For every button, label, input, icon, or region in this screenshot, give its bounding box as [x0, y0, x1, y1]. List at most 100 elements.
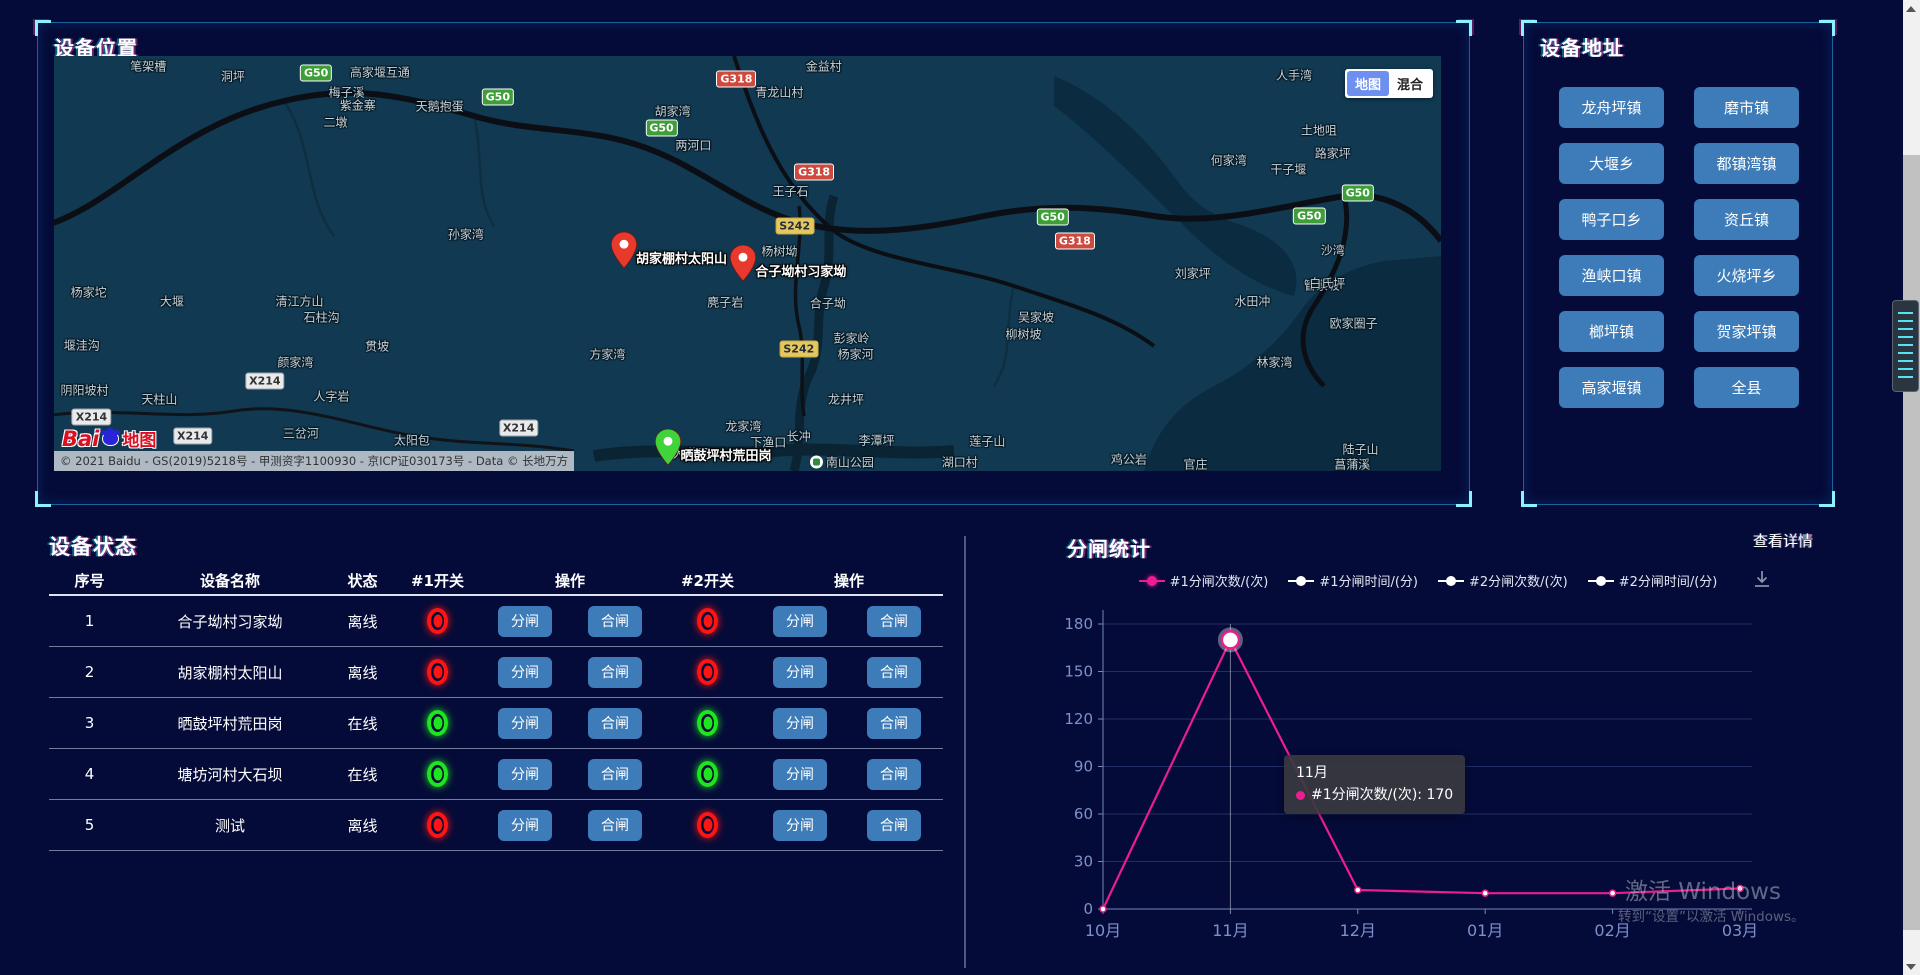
road-shield-s242: S242 [779, 340, 818, 357]
map-place-label: 湖口村 [942, 453, 978, 470]
address-button[interactable]: 大堰乡 [1559, 143, 1664, 184]
switch1-close-button[interactable]: 合闸 [588, 708, 642, 739]
address-button[interactable]: 都镇湾镇 [1694, 143, 1799, 184]
switch1-close-button[interactable]: 合闸 [588, 657, 642, 688]
map-place-label: 紫金寨 [340, 96, 376, 113]
baidu-logo-map-text: 地图 [122, 426, 156, 451]
svg-text:0: 0 [1083, 900, 1093, 918]
switch1-open-button[interactable]: 分闸 [498, 708, 552, 739]
scroll-up-arrow[interactable] [1906, 6, 1916, 12]
floating-widget[interactable] [1892, 300, 1919, 392]
map-place-label: 人手湾 [1276, 67, 1312, 84]
switch1-close-button[interactable]: 合闸 [588, 759, 642, 790]
map-place-label: 三岔河 [283, 424, 319, 441]
tooltip-series-value: #1分闸次数/(次): 170 [1311, 785, 1453, 807]
corner-decoration [1819, 491, 1835, 507]
switch2-open-button[interactable]: 分闸 [773, 606, 827, 637]
map-marker-pin[interactable] [730, 245, 756, 281]
scrollbar-thumb[interactable] [1903, 155, 1920, 930]
map-place-label: 水田冲 [1234, 292, 1270, 309]
switch2-open-button[interactable]: 分闸 [773, 759, 827, 790]
map-marker-label: 合子坳村习家坳 [755, 261, 846, 280]
status-text: 离线 [330, 815, 395, 836]
legend-item[interactable]: #1分闸次数/(次) [1139, 571, 1269, 590]
switch1-close-button[interactable]: 合闸 [588, 810, 642, 841]
baidu-logo: Bai 地图 [62, 426, 156, 451]
device-name: 胡家棚村太阳山 [130, 662, 330, 683]
switch2-close-button[interactable]: 合闸 [867, 810, 921, 841]
switch1-indicator [427, 659, 448, 685]
map-place-label: 天鹅抱蛋 [416, 97, 464, 114]
scroll-down-arrow[interactable] [1906, 964, 1916, 970]
switch2-indicator [697, 761, 718, 787]
download-icon[interactable] [1751, 568, 1773, 594]
map-place-label: 人字岩 [313, 387, 349, 404]
park-icon [810, 455, 823, 468]
corner-decoration [1819, 20, 1835, 36]
map-marker-pin[interactable] [655, 429, 681, 465]
legend-item[interactable]: #2分闸次数/(次) [1438, 571, 1568, 590]
map-place-label: 颜家湾 [277, 353, 313, 370]
address-button[interactable]: 资丘镇 [1694, 199, 1799, 240]
address-button[interactable]: 龙舟坪镇 [1559, 87, 1664, 128]
device-status-table: 序号设备名称状态#1开关操作#2开关操作 1合子坳村习家坳离线分闸合闸分闸合闸2… [49, 566, 943, 851]
switch2-close-button[interactable]: 合闸 [867, 708, 921, 739]
legend-item[interactable]: #2分闸时间/(分) [1588, 571, 1718, 590]
svg-text:180: 180 [1064, 615, 1093, 633]
address-button[interactable]: 火烧坪乡 [1694, 255, 1799, 296]
address-button[interactable]: 鸭子口乡 [1559, 199, 1664, 240]
map-place-label: 大堰 [160, 292, 184, 309]
road-shield-s242: S242 [775, 218, 814, 235]
switch2-open-button[interactable]: 分闸 [773, 708, 827, 739]
map-type-hybrid-button[interactable]: 混合 [1389, 71, 1431, 96]
table-row: 4塘坊河村大石坝在线分闸合闸分闸合闸 [49, 749, 943, 800]
legend-item[interactable]: #1分闸时间/(分) [1288, 571, 1418, 590]
road-shield-g50: G50 [1293, 207, 1325, 224]
switch2-indicator [697, 608, 718, 634]
switch1-close-button[interactable]: 合闸 [588, 606, 642, 637]
road-shield-x214: X214 [499, 419, 538, 436]
map-place-label: 杨家坨 [71, 284, 107, 301]
trip-stats-title: 分闸统计 [1067, 533, 1151, 562]
switch2-close-button[interactable]: 合闸 [867, 657, 921, 688]
switch2-open-button[interactable]: 分闸 [773, 810, 827, 841]
map-place-label: 杨家河 [838, 345, 874, 362]
map-place-label: 林家湾 [1257, 353, 1293, 370]
table-header-cell: #2开关 [660, 570, 755, 591]
legend-marker-icon [1438, 580, 1464, 582]
address-button[interactable]: 贺家坪镇 [1694, 311, 1799, 352]
map-place-label: 太阳包 [394, 431, 430, 448]
switch1-open-button[interactable]: 分闸 [498, 657, 552, 688]
view-details-link[interactable]: 查看详情 [1753, 530, 1813, 551]
map-marker-pin[interactable] [611, 232, 637, 268]
address-button[interactable]: 榔坪镇 [1559, 311, 1664, 352]
switch1-open-button[interactable]: 分闸 [498, 759, 552, 790]
switch2-close-button[interactable]: 合闸 [867, 759, 921, 790]
map-place-label: 石柱沟 [304, 309, 340, 326]
row-index: 2 [49, 663, 130, 681]
map-type-map-button[interactable]: 地图 [1347, 71, 1389, 96]
windows-activation-watermark: 激活 Windows [1625, 872, 1781, 906]
table-body: 1合子坳村习家坳离线分闸合闸分闸合闸2胡家棚村太阳山离线分闸合闸分闸合闸3晒鼓坪… [49, 596, 943, 851]
address-button[interactable]: 渔峡口镇 [1559, 255, 1664, 296]
corner-decoration [1521, 491, 1537, 507]
map-place-label: 吴家坡 [1018, 309, 1054, 326]
baidu-map-canvas[interactable]: 笔架槽洞坪天鹅抱蛋胡家湾高家堰互通梅子溪紫金寨二墩青龙山村金益村两河口王子石何家… [54, 56, 1441, 471]
status-text: 离线 [330, 662, 395, 683]
table-header-cell: 状态 [330, 570, 395, 591]
corner-decoration [1456, 491, 1472, 507]
switch1-open-button[interactable]: 分闸 [498, 606, 552, 637]
svg-text:30: 30 [1074, 853, 1093, 871]
switch2-open-button[interactable]: 分闸 [773, 657, 827, 688]
address-button-grid: 龙舟坪镇磨市镇大堰乡都镇湾镇鸭子口乡资丘镇渔峡口镇火烧坪乡榔坪镇贺家坪镇高家堰镇… [1559, 87, 1799, 408]
address-button[interactable]: 磨市镇 [1694, 87, 1799, 128]
table-header-cell: 设备名称 [130, 570, 330, 591]
address-button[interactable]: 全县 [1694, 367, 1799, 408]
address-button[interactable]: 高家堰镇 [1559, 367, 1664, 408]
switch2-close-button[interactable]: 合闸 [867, 606, 921, 637]
svg-text:60: 60 [1074, 805, 1093, 823]
switch1-open-button[interactable]: 分闸 [498, 810, 552, 841]
tooltip-series-dot [1296, 791, 1305, 800]
road-shield-g50: G50 [1036, 209, 1068, 226]
map-place-label: 长冲 [787, 428, 811, 445]
